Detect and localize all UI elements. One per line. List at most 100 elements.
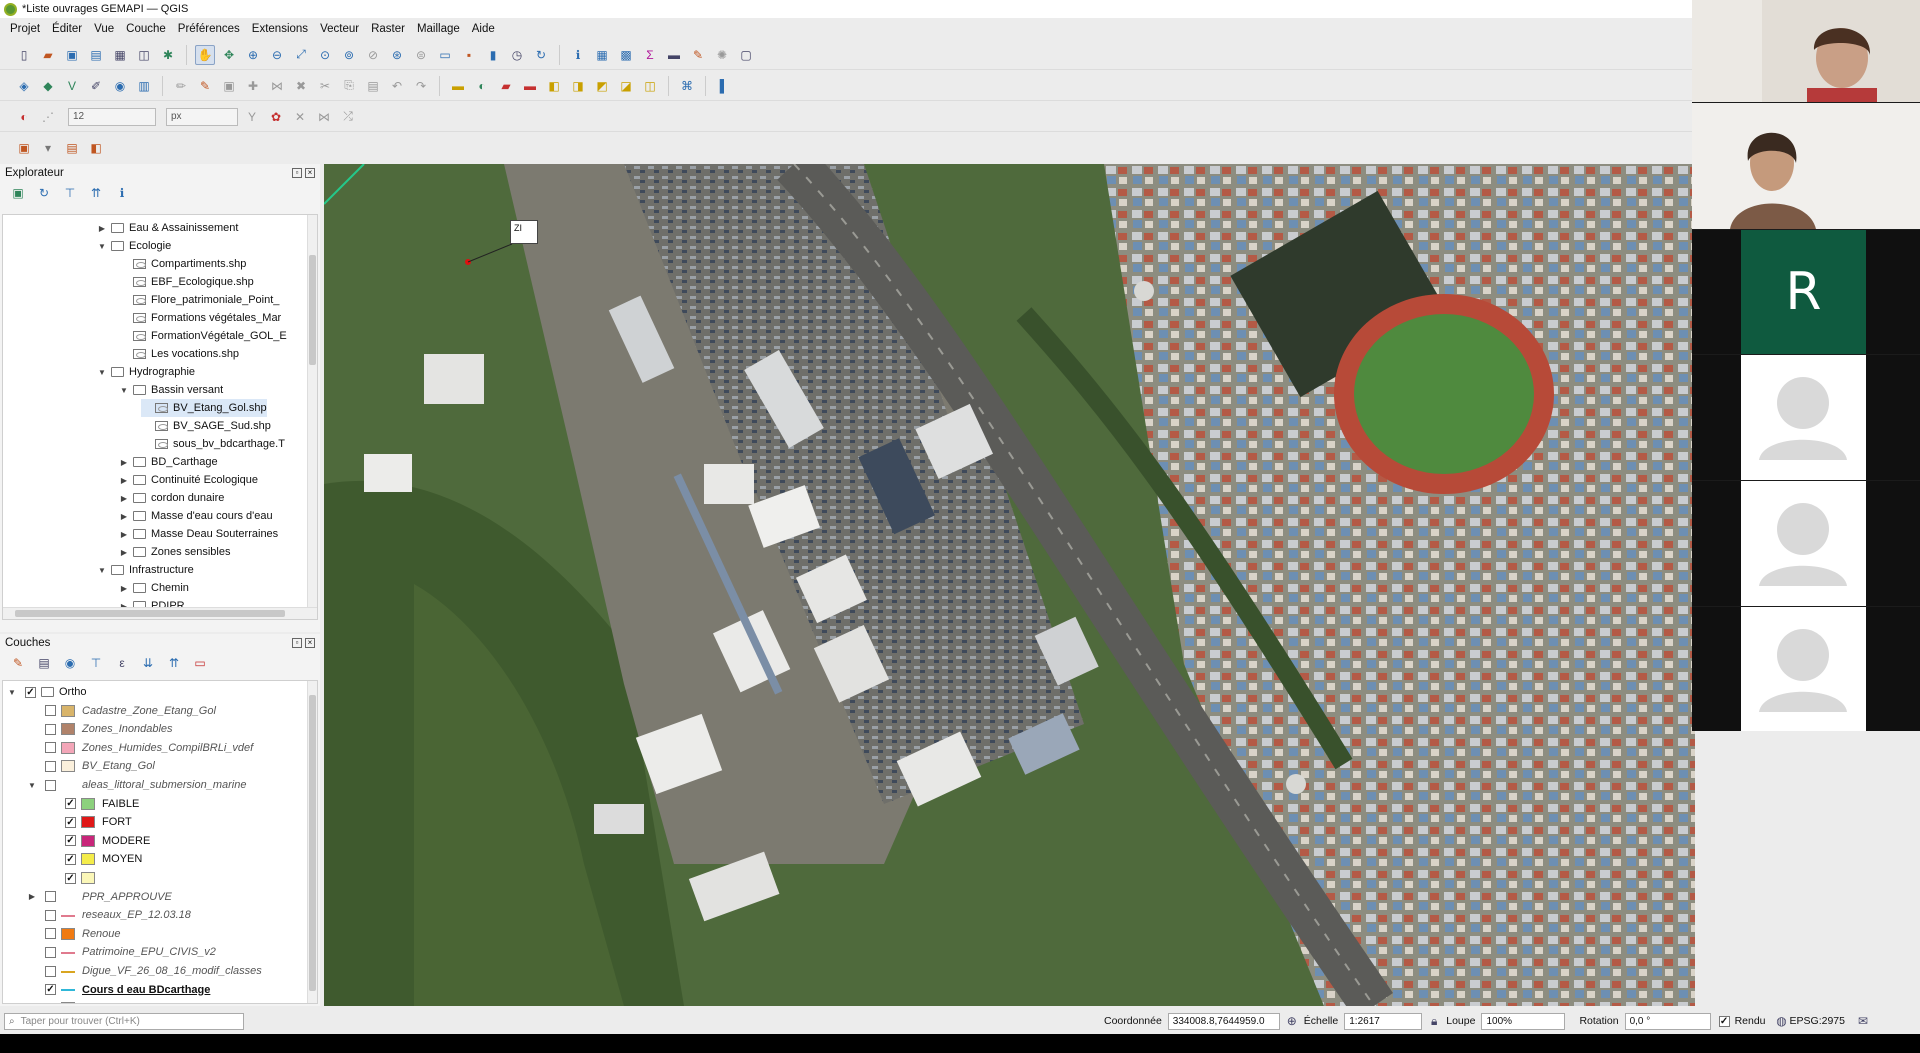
browser-item[interactable]: ▶ cordon dunaire — [119, 489, 224, 507]
pan-hand-icon[interactable]: ✋ — [195, 44, 215, 65]
visibility-checkbox[interactable] — [45, 705, 56, 717]
layer-styling-icon[interactable]: ✎ — [8, 653, 28, 673]
redo-icon[interactable]: ↷ — [411, 76, 431, 96]
browser-item[interactable]: ▶ Zones sensibles — [119, 543, 231, 561]
add-layer-icon[interactable]: ▣ — [8, 183, 28, 203]
layer-item[interactable]: Patrimoine_EPU_CIVIS_v2 — [27, 943, 216, 961]
save-edits-icon[interactable]: ▣ — [219, 76, 239, 96]
browser-item[interactable]: BV_Etang_Gol.shp — [141, 399, 267, 417]
map-label-callout[interactable]: ZI — [510, 220, 538, 244]
browser-item[interactable]: ▶ Eau & Assainissement — [97, 219, 239, 237]
browser-item[interactable]: ▶ Masse Deau Souterraines — [119, 525, 278, 543]
visibility-checkbox[interactable]: ✓ — [65, 872, 76, 884]
snapping-unit-select[interactable]: px — [166, 107, 238, 126]
field-calculator-icon[interactable]: ▩ — [616, 45, 636, 65]
zoom-last-icon[interactable]: ⊛ — [387, 45, 407, 65]
manage-map-themes-icon[interactable]: ◉ — [60, 653, 80, 673]
layer-item[interactable]: RIVIERES — [27, 999, 133, 1003]
menu-editer[interactable]: Éditer — [46, 23, 88, 35]
highlight-labels-icon[interactable]: ▰ — [496, 76, 516, 96]
bookmarks-icon[interactable]: ▮ — [483, 45, 503, 65]
expand-arrow-icon[interactable]: ▶ — [97, 224, 107, 233]
collapse-arrow-icon[interactable]: ▼ — [97, 566, 107, 575]
select-features-icon[interactable]: ▣ — [14, 138, 34, 158]
scale-combo[interactable]: 1:2617 — [1344, 1012, 1423, 1030]
visibility-checkbox[interactable]: ✓ — [25, 686, 36, 698]
visibility-checkbox[interactable]: ✓ — [65, 798, 76, 810]
menu-aide[interactable]: Aide — [466, 23, 501, 35]
temporal-icon[interactable]: ◷ — [507, 45, 527, 65]
rotation-field[interactable]: 0,0 ° — [1624, 1012, 1711, 1030]
db-manager-icon[interactable]: ◉ — [110, 76, 130, 96]
layer-item[interactable]: Cadastre_Zone_Etang_Gol — [27, 702, 216, 720]
legend-class-item[interactable]: ✓ FAIBLE — [47, 795, 139, 813]
legend-class-item[interactable]: ✓ MODERE — [47, 832, 150, 850]
browser-scrollbar[interactable] — [307, 215, 317, 609]
layer-item[interactable]: BV_Etang_Gol — [27, 757, 155, 775]
python-console-icon[interactable]: ⌘ — [677, 76, 697, 96]
browser-item[interactable]: ▼ Infrastructure — [97, 561, 194, 579]
layer-item[interactable]: Zones_Humides_CompilBRLi_vdef — [27, 739, 253, 757]
visibility-checkbox[interactable]: ✓ — [65, 816, 76, 828]
browser-item[interactable]: Les vocations.shp — [119, 345, 239, 363]
expand-arrow-icon[interactable]: ▶ — [119, 512, 129, 521]
collapse-arrow-icon[interactable]: ▼ — [119, 386, 129, 395]
browser-tree[interactable]: ▶ Eau & Assainissement ▼ Ecologie Compartime… — [2, 214, 318, 620]
show-hide-labels-icon[interactable]: ◫ — [640, 76, 660, 96]
save-project-icon[interactable]: ▣ — [62, 45, 82, 65]
layers-scrollbar[interactable] — [307, 681, 317, 1003]
float-panel-icon[interactable]: ▫ — [292, 168, 302, 178]
browser-hscroll-thumb[interactable] — [15, 610, 285, 617]
close-panel-icon[interactable]: × — [305, 168, 315, 178]
browser-item[interactable]: EBF_Ecologique.shp — [119, 273, 254, 291]
style-manager-icon[interactable]: ✱ — [158, 45, 178, 65]
deselect-icon[interactable]: ▤ — [62, 138, 82, 158]
show-labels-icon[interactable]: ▬ — [520, 76, 540, 96]
label-tool-icon[interactable]: ▬ — [448, 76, 468, 96]
collapse-arrow-icon[interactable]: ▼ — [97, 242, 107, 251]
visibility-checkbox[interactable] — [45, 760, 56, 772]
legend-class-item[interactable]: ✓ FORT — [47, 813, 132, 831]
visibility-checkbox[interactable] — [45, 965, 56, 977]
bookmark-new-icon[interactable]: ▪ — [459, 45, 479, 65]
rotate-label-icon[interactable]: ◨ — [568, 76, 588, 96]
browser-item[interactable]: ▼ Bassin versant — [119, 381, 223, 399]
render-checkbox[interactable]: ✓ — [1718, 1015, 1730, 1027]
zoom-layer-icon[interactable]: ⊚ — [339, 45, 359, 65]
filter-browser-icon[interactable]: ⊤ — [60, 183, 80, 203]
plugin-panel-icon[interactable]: ▌ — [714, 76, 734, 96]
layers-scroll-thumb[interactable] — [309, 695, 316, 991]
browser-item[interactable]: FormationVégétale_GOL_E — [119, 327, 287, 345]
refresh-icon[interactable]: ↻ — [531, 45, 551, 65]
browser-item[interactable]: Flore_patrimoniale_Point_ — [119, 291, 279, 309]
print-layout-icon[interactable]: ▦ — [110, 45, 130, 65]
collapse-arrow-icon[interactable]: ▼ — [7, 688, 17, 697]
visibility-checkbox[interactable] — [45, 779, 56, 791]
browser-item[interactable]: ▶ BD_Carthage — [119, 453, 218, 471]
expand-arrow-icon[interactable]: ▶ — [119, 476, 129, 485]
collapse-arrow-icon[interactable]: ▼ — [27, 781, 37, 790]
layer-item[interactable]: ✓ Cours d eau BDcarthage — [27, 981, 210, 999]
coordinate-toggle-icon[interactable]: ⊕ — [1284, 1013, 1300, 1029]
browser-hscrollbar[interactable] — [3, 607, 317, 619]
expand-arrow-icon[interactable]: ▶ — [119, 458, 129, 467]
measure-icon[interactable]: ▬ — [664, 45, 684, 65]
digitize-icon[interactable]: ✐ — [86, 76, 106, 96]
new-map-view-icon[interactable]: ▭ — [435, 45, 455, 65]
filter-expression-icon[interactable]: ε — [112, 653, 132, 673]
delete-selected-icon[interactable]: ✖ — [291, 76, 311, 96]
menu-vue[interactable]: Vue — [88, 23, 120, 35]
layers-tree[interactable]: ▼ ✓ Ortho Cadastre_Zone_Etang_Gol Zones_Inon… — [2, 680, 318, 1004]
zoom-next-icon[interactable]: ⊜ — [411, 45, 431, 65]
statistics-sum-icon[interactable]: Σ — [640, 45, 660, 65]
properties-icon[interactable]: ℹ — [112, 183, 132, 203]
layer-item[interactable]: reseaux_EP_12.03.18 — [27, 906, 191, 924]
toggle-editing-icon[interactable]: ✎ — [195, 76, 215, 96]
zoom-out-icon[interactable]: ⊖ — [267, 45, 287, 65]
menu-raster[interactable]: Raster — [365, 23, 411, 35]
label-props-icon[interactable]: ◪ — [616, 76, 636, 96]
identify-icon[interactable]: ℹ — [568, 45, 588, 65]
browser-item[interactable]: ▶ Continuité Ecologique — [119, 471, 258, 489]
visibility-checkbox[interactable] — [45, 742, 56, 754]
add-group-icon[interactable]: ▤ — [34, 653, 54, 673]
